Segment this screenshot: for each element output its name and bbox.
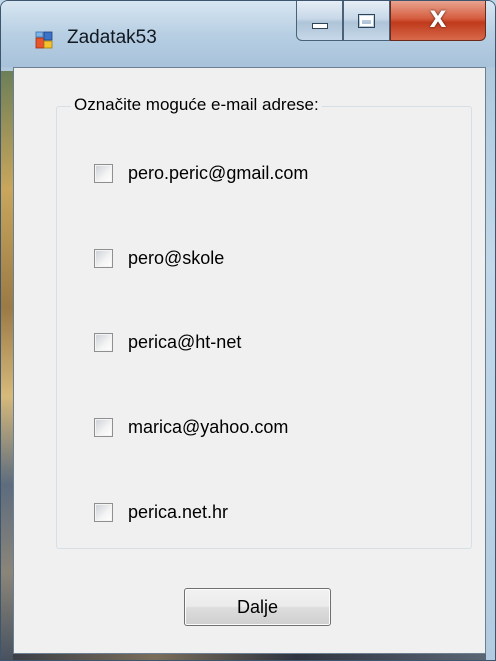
close-button[interactable]: X — [390, 1, 486, 41]
close-icon: X — [429, 7, 447, 33]
checkbox-option-1[interactable]: pero.peric@gmail.com — [94, 161, 308, 185]
checkbox-label[interactable]: pero@skole — [128, 248, 224, 269]
title-bar[interactable]: Zadatak53 X — [1, 1, 495, 67]
minimize-button[interactable] — [296, 1, 343, 41]
checkbox[interactable] — [94, 332, 113, 352]
checkbox-label[interactable]: perica@ht-net — [128, 332, 241, 353]
checkbox-label[interactable]: marica@yahoo.com — [128, 417, 288, 438]
window-title: Zadatak53 — [67, 27, 157, 48]
checkbox-option-2[interactable]: pero@skole — [94, 246, 224, 270]
window-frame-left — [1, 71, 13, 660]
window-frame-bottom — [13, 654, 486, 660]
next-button[interactable]: Dalje — [184, 588, 331, 626]
minimize-icon — [311, 22, 328, 29]
maximize-icon — [358, 13, 375, 28]
form-client-area: Označite moguće e-mail adrese: pero.peri… — [13, 67, 486, 654]
checkbox[interactable] — [94, 417, 113, 437]
checkbox[interactable] — [94, 502, 113, 522]
checkbox-option-5[interactable]: perica.net.hr — [94, 500, 228, 524]
checkbox[interactable] — [94, 248, 113, 268]
groupbox-label: Označite moguće e-mail adrese: — [71, 95, 322, 115]
checkbox[interactable] — [94, 163, 113, 183]
caption-buttons: X — [296, 1, 486, 41]
email-options-groupbox: Označite moguće e-mail adrese: pero.peri… — [56, 95, 472, 549]
winform-app-icon — [35, 31, 53, 49]
app-window: Zadatak53 X Označite moguće e-mail adres… — [0, 0, 496, 661]
checkbox-label[interactable]: perica.net.hr — [128, 502, 228, 523]
maximize-button[interactable] — [343, 1, 390, 41]
checkbox-label[interactable]: pero.peric@gmail.com — [128, 163, 308, 184]
checkbox-option-4[interactable]: marica@yahoo.com — [94, 415, 288, 439]
checkbox-option-3[interactable]: perica@ht-net — [94, 330, 241, 354]
